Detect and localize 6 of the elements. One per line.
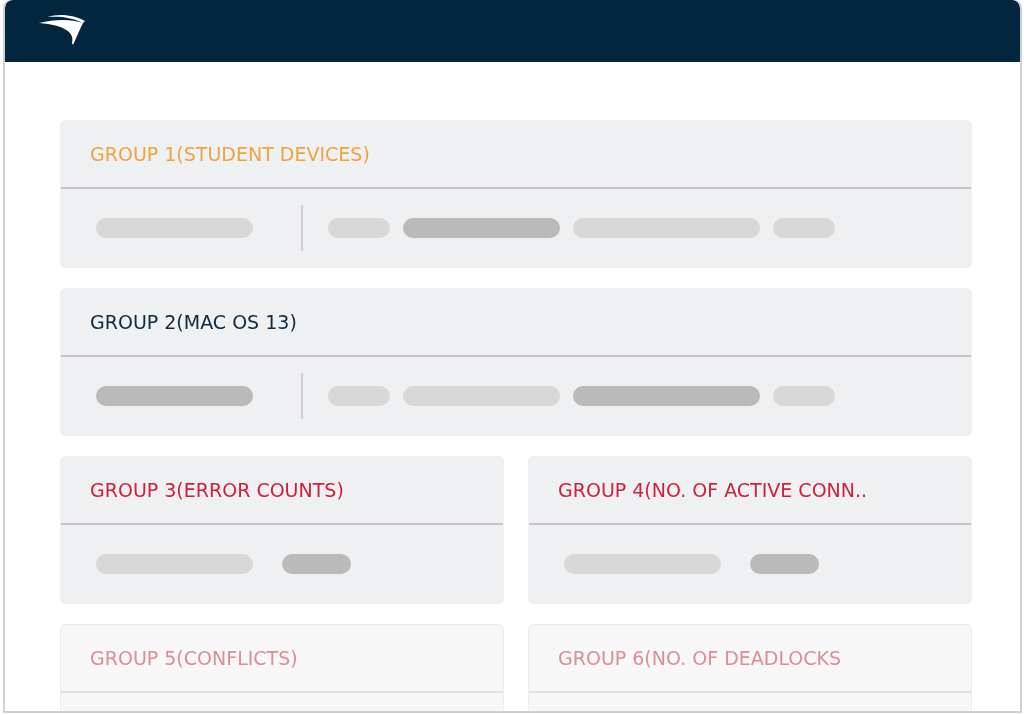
group-title: GROUP 5(CONFLICTS): [90, 647, 298, 669]
group-title: GROUP 2(MAC OS 13): [90, 311, 297, 333]
group-title: GROUP 6(NO. OF DEADLOCKS: [558, 647, 842, 669]
group-title: GROUP 3(ERROR COUNTS): [90, 479, 344, 501]
group-title: GROUP 1(STUDENT DEVICES): [90, 143, 370, 165]
group-title: GROUP 4(NO. OF ACTIVE CONN..: [558, 479, 868, 501]
